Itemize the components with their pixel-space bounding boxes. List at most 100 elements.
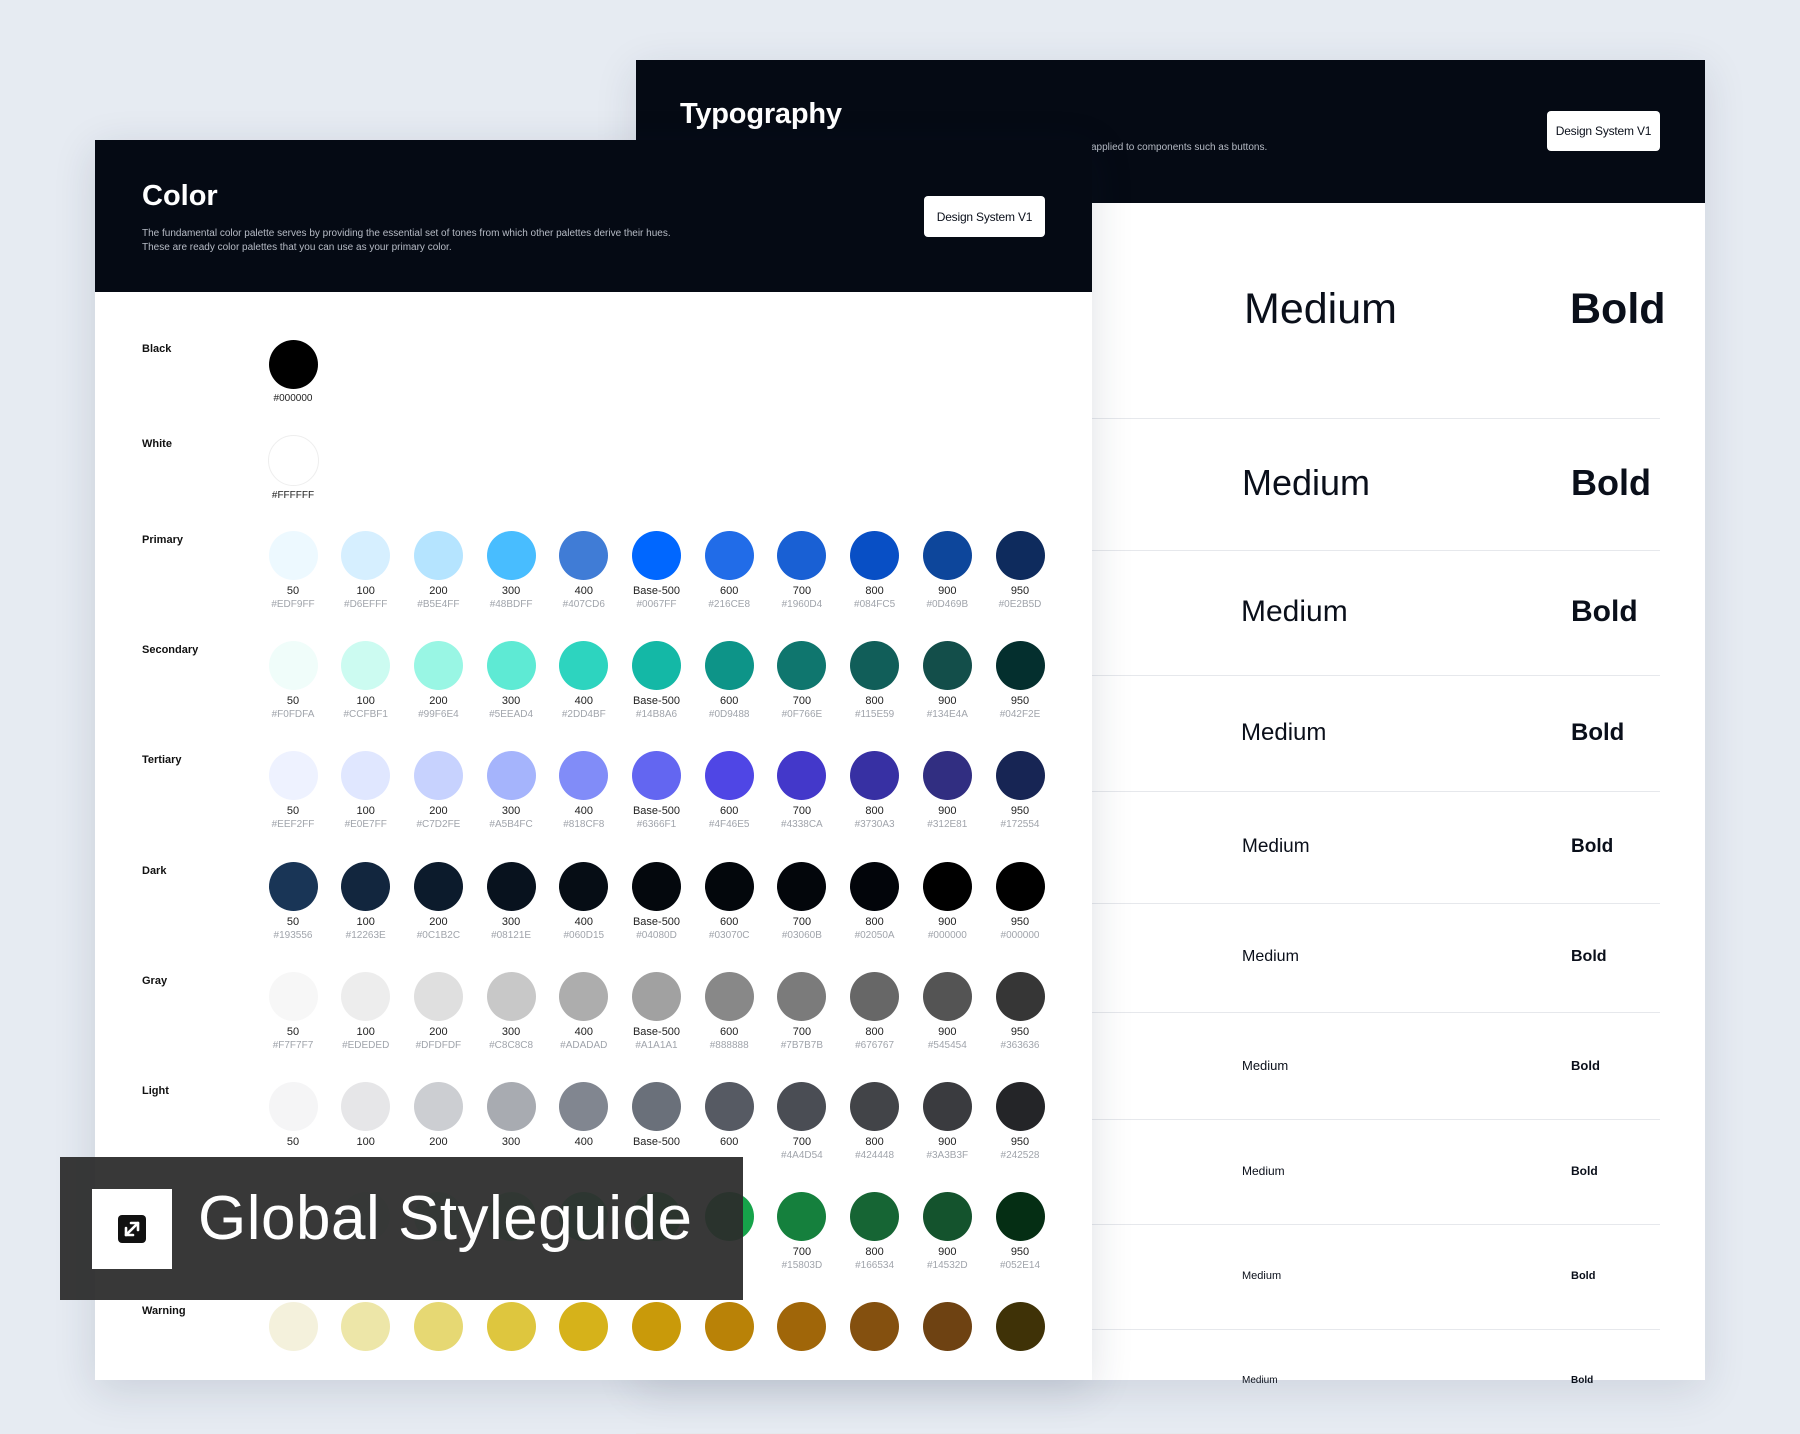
color-swatch[interactable]: 300 #A5B4FC: [475, 751, 547, 831]
color-swatch[interactable]: 400 #818CF8: [548, 751, 620, 831]
color-swatch[interactable]: 700 #0F766E: [766, 641, 838, 721]
color-swatch[interactable]: 700 #15803D: [766, 1192, 838, 1272]
color-swatch-shade: 50: [286, 1025, 300, 1038]
color-swatch[interactable]: 50 #EEF2FF: [257, 751, 329, 831]
color-swatch-hex: #7B7B7B: [780, 1039, 824, 1051]
color-swatch[interactable]: 200 #0C1B2C: [402, 861, 474, 942]
color-swatch[interactable]: 950 #042F2E: [984, 641, 1056, 721]
color-swatch[interactable]: Base-500 #6366F1: [621, 751, 693, 831]
color-swatch[interactable]: 400 #2DD4BF: [548, 641, 620, 721]
color-swatch[interactable]: 900 #134E4A: [911, 641, 983, 721]
color-swatch[interactable]: 950 #172554: [984, 751, 1056, 831]
color-swatch[interactable]: 600 #216CE8: [693, 531, 765, 611]
color-swatch[interactable]: [984, 1302, 1056, 1352]
color-swatch[interactable]: 800 #424448: [839, 1082, 911, 1162]
color-swatch[interactable]: [693, 1302, 765, 1352]
typography-version-badge[interactable]: Design System V1: [1547, 111, 1660, 151]
color-swatch[interactable]: 600: [693, 1082, 765, 1149]
color-swatch[interactable]: 900 #14532D: [911, 1192, 983, 1272]
color-swatch[interactable]: 400: [548, 1082, 620, 1149]
color-swatch[interactable]: 950 #363636: [984, 971, 1056, 1052]
color-swatch[interactable]: 50 #EDF9FF: [257, 531, 329, 611]
color-swatch-hex: #166534: [855, 1260, 895, 1272]
color-swatch[interactable]: Base-500 #A1A1A1: [621, 971, 693, 1052]
color-swatch[interactable]: 900 #3A3B3F: [911, 1082, 983, 1162]
color-swatch[interactable]: 50: [257, 1082, 329, 1149]
expand-arrows-icon[interactable]: [92, 1189, 172, 1269]
color-swatch[interactable]: 600 #03070C: [693, 861, 765, 942]
color-swatch[interactable]: 200: [402, 1082, 474, 1149]
color-swatch[interactable]: 700 #1960D4: [766, 531, 838, 611]
color-swatch[interactable]: 300 #48BDFF: [475, 531, 547, 611]
color-swatch[interactable]: Base-500 #04080D: [621, 861, 693, 942]
color-swatch[interactable]: 100 #CCFBF1: [330, 641, 402, 721]
color-swatch[interactable]: 400 #ADADAD: [548, 971, 620, 1052]
color-swatch[interactable]: 200 #99F6E4: [402, 641, 474, 721]
color-swatch[interactable]: 100 #E0E7FF: [330, 751, 402, 831]
color-swatch[interactable]: 700 #4A4D54: [766, 1082, 838, 1162]
color-swatch[interactable]: 800 #084FC5: [839, 531, 911, 611]
color-swatch[interactable]: 300 #08121E: [475, 861, 547, 942]
color-swatch[interactable]: 400 #407CD6: [548, 531, 620, 611]
color-swatch[interactable]: 300: [475, 1082, 547, 1149]
color-swatch[interactable]: [911, 1302, 983, 1352]
color-swatch-hex: #F7F7F7: [272, 1039, 314, 1051]
color-swatch[interactable]: 300 #5EEAD4: [475, 641, 547, 721]
color-swatch[interactable]: 600 #4F46E5: [693, 751, 765, 831]
color-swatch[interactable]: 200 #B5E4FF: [402, 531, 474, 611]
color-swatch[interactable]: #000000: [257, 340, 329, 405]
color-swatch[interactable]: 900 #545454: [911, 971, 983, 1052]
color-swatch[interactable]: 700 #7B7B7B: [766, 971, 838, 1052]
color-swatch[interactable]: 200 #C7D2FE: [402, 751, 474, 831]
color-swatch[interactable]: 700 #03060B: [766, 861, 838, 942]
color-swatch-circle: [632, 861, 681, 911]
color-swatch[interactable]: 800 #115E59: [839, 641, 911, 721]
color-swatch[interactable]: 100: [330, 1082, 402, 1149]
color-swatch-hex: #216CE8: [708, 599, 751, 610]
global-styleguide-banner[interactable]: Global Styleguide: [60, 1157, 743, 1300]
color-swatch[interactable]: 200 #DFDFDF: [402, 971, 474, 1052]
color-swatch[interactable]: [548, 1302, 620, 1352]
color-version-badge[interactable]: Design System V1: [924, 196, 1045, 237]
color-swatch[interactable]: 800 #676767: [839, 971, 911, 1052]
color-swatch[interactable]: 900 #000000: [911, 861, 983, 942]
color-swatch[interactable]: 700 #4338CA: [766, 751, 838, 831]
color-swatch[interactable]: [402, 1302, 474, 1352]
color-swatch-hex: #A5B4FC: [489, 819, 533, 831]
color-swatch[interactable]: 400 #060D15: [548, 861, 620, 942]
color-swatch[interactable]: 600 #888888: [693, 971, 765, 1052]
color-swatch-hex: #C7D2FE: [416, 819, 461, 831]
color-swatch[interactable]: 800 #166534: [839, 1192, 911, 1272]
color-swatch[interactable]: 800 #02050A: [839, 861, 911, 942]
color-swatch-shade: Base-500: [632, 1025, 681, 1038]
color-swatch[interactable]: 100 #12263E: [330, 861, 402, 942]
color-swatch[interactable]: 950 #052E14: [984, 1192, 1056, 1272]
color-swatch-shade: 50: [286, 1136, 300, 1148]
color-swatch[interactable]: 950 #242528: [984, 1082, 1056, 1162]
color-swatch[interactable]: Base-500: [621, 1082, 693, 1149]
color-swatch[interactable]: 800 #3730A3: [839, 751, 911, 831]
color-swatch[interactable]: 50 #F7F7F7: [257, 971, 329, 1052]
color-swatch[interactable]: 50 #193556: [257, 861, 329, 942]
color-swatch[interactable]: [839, 1302, 911, 1352]
color-swatch[interactable]: Base-500 #14B8A6: [621, 641, 693, 721]
color-swatch[interactable]: 950 #0E2B5D: [984, 531, 1056, 611]
color-swatch[interactable]: 950 #000000: [984, 861, 1056, 942]
color-swatch[interactable]: 900 #0D469B: [911, 531, 983, 611]
color-swatch[interactable]: 100 #D6EFFF: [330, 531, 402, 611]
color-swatch[interactable]: 300 #C8C8C8: [475, 971, 547, 1052]
color-swatch[interactable]: [330, 1302, 402, 1352]
color-swatch[interactable]: #FFFFFF: [257, 435, 329, 502]
color-swatch-hex: #2DD4BF: [561, 709, 606, 721]
color-swatch[interactable]: 600 #0D9488: [693, 641, 765, 721]
color-swatch[interactable]: [621, 1302, 693, 1352]
color-swatch[interactable]: [257, 1302, 329, 1352]
color-swatch[interactable]: [766, 1302, 838, 1352]
color-swatch[interactable]: [475, 1302, 547, 1352]
color-swatch-shade: 700: [792, 1025, 812, 1038]
color-swatch-hex: #02050A: [854, 929, 895, 941]
color-swatch[interactable]: 50 #F0FDFA: [257, 641, 329, 721]
color-swatch[interactable]: 100 #EDEDED: [330, 971, 402, 1052]
color-swatch[interactable]: 900 #312E81: [911, 751, 983, 831]
color-swatch[interactable]: Base-500 #0067FF: [621, 531, 693, 611]
